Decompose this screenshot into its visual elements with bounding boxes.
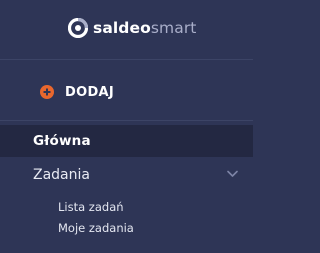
sidebar-subitem-my-tasks[interactable]: Moje zadania — [58, 220, 134, 236]
sidebar-item-tasks-label: Zadania — [33, 167, 90, 183]
sidebar: saldeosmart DODAJ Główna Zadania Lista z… — [0, 0, 253, 253]
sidebar-subitem-task-list[interactable]: Lista zadań — [58, 199, 124, 215]
brand-name-bold: saldeo — [93, 19, 151, 37]
chevron-down-icon[interactable] — [227, 170, 238, 178]
sidebar-item-tasks[interactable]: Zadania — [0, 161, 253, 189]
brand-logo[interactable]: saldeosmart — [68, 17, 196, 39]
sidebar-item-main[interactable]: Główna — [0, 125, 253, 157]
divider — [0, 59, 253, 60]
sidebar-item-main-label: Główna — [33, 133, 91, 149]
brand-name-light: smart — [150, 19, 197, 37]
add-button[interactable]: DODAJ — [40, 83, 114, 101]
divider — [0, 120, 253, 121]
plus-circle-icon — [40, 85, 54, 99]
add-button-label: DODAJ — [65, 84, 115, 100]
brand-name: saldeosmart — [93, 18, 196, 38]
saldeo-logo-icon — [68, 18, 88, 38]
